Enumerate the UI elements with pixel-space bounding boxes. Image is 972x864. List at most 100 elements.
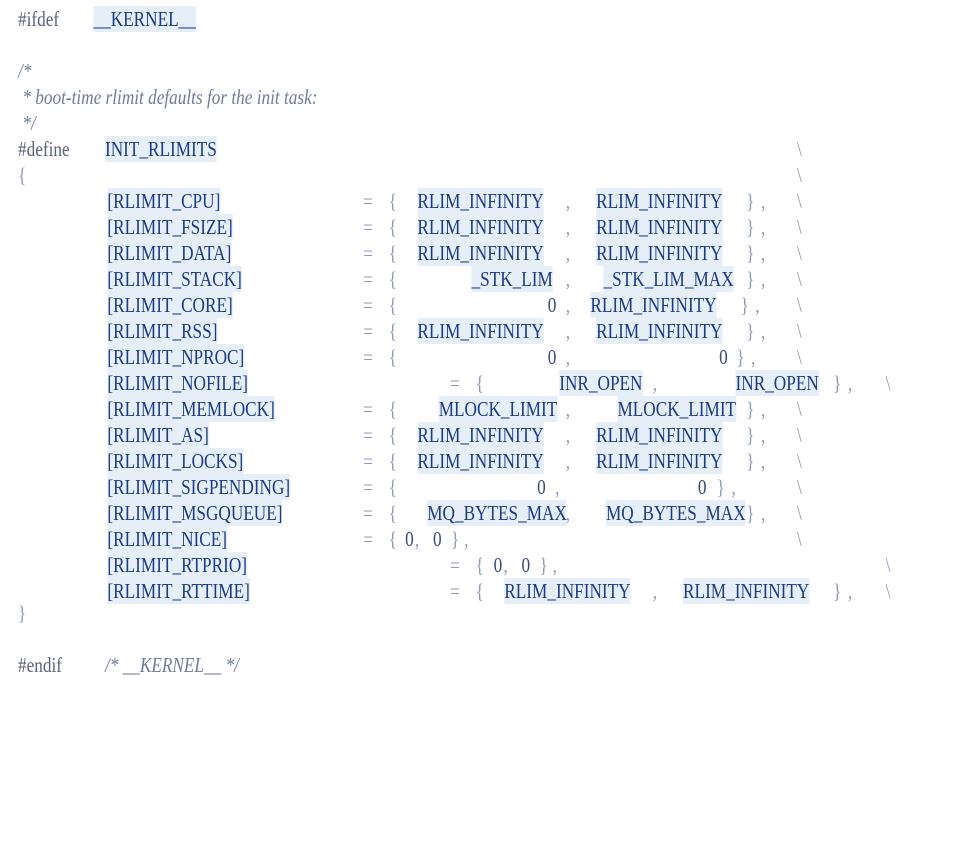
equals-sign: = [450, 579, 460, 603]
line-continuation: \ [797, 163, 802, 187]
ifdef-directive: #ifdef [18, 7, 60, 31]
right-brace: } [746, 215, 755, 239]
rlimit-key: [RLIMIT_NOFILE] [107, 370, 249, 396]
rlimit-max: INR_OPEN [735, 370, 819, 396]
left-brace: { [388, 215, 397, 239]
rlimit-max: _STK_LIM_MAX [603, 266, 734, 292]
rlimit-max: 0 [719, 345, 728, 369]
comma: , [760, 319, 766, 343]
line-continuation: \ [885, 553, 891, 577]
endif-directive: #endif [18, 653, 63, 677]
right-brace: } [746, 501, 755, 525]
code-line-ifdef: #ifdef __KERNEL__ [0, 6, 196, 32]
rlimit-max: 0 [521, 553, 531, 577]
rlimit-max: RLIM_INFINITY [596, 214, 723, 240]
comma: , [760, 449, 766, 473]
equals-sign: = [363, 397, 373, 421]
line-continuation: \ [797, 267, 802, 291]
rlimit-max: MQ_BYTES_MAX [605, 500, 746, 526]
rlimit-row: [RLIMIT_FSIZE] = { RLIM_INFINITY , RLIM_… [0, 214, 802, 240]
code-line-comment-open: /* [0, 58, 31, 84]
right-brace: } [716, 475, 725, 499]
comma: , [731, 475, 736, 499]
rlimit-key: [RLIMIT_NICE] [107, 526, 227, 552]
rlimit-cur: RLIM_INFINITY [417, 318, 544, 344]
rlimit-key: [RLIMIT_MSGQUEUE] [107, 500, 283, 526]
rlimit-max: RLIM_INFINITY [596, 188, 723, 214]
rlimit-key: [RLIMIT_RTTIME] [107, 578, 250, 604]
comma: , [503, 553, 508, 577]
comma: , [464, 527, 469, 551]
comment-close: */ [18, 111, 36, 135]
rlimit-row: [RLIMIT_RTPRIO] = { 0 , 0 } , \ [0, 552, 890, 578]
comma: , [760, 241, 766, 265]
code-line-open-brace: { \ [0, 162, 802, 188]
right-brace: } [746, 319, 755, 343]
comma: , [760, 215, 766, 239]
left-brace: { [388, 319, 397, 343]
comma: , [760, 501, 766, 525]
comma: , [552, 553, 557, 577]
rlimit-row: [RLIMIT_NOFILE] = { INR_OPEN , INR_OPEN … [0, 370, 890, 396]
line-continuation: \ [797, 475, 802, 499]
line-continuation: \ [797, 215, 802, 239]
left-brace: { [388, 241, 397, 265]
equals-sign: = [363, 267, 373, 291]
comment-body: * boot-time rlimit defaults for the init… [18, 85, 318, 109]
rlimit-row: [RLIMIT_NPROC] = { 0 , 0 } , \ [0, 344, 802, 370]
left-brace: { [388, 423, 397, 447]
equals-sign: = [363, 345, 373, 369]
comma: , [751, 345, 756, 369]
code-line-endif: #endif /* __KERNEL__ */ [0, 652, 239, 678]
rlimit-key: [RLIMIT_LOCKS] [107, 448, 244, 474]
line-continuation: \ [797, 501, 802, 525]
left-brace: { [475, 371, 484, 395]
comma: , [565, 423, 571, 447]
equals-sign: = [363, 189, 373, 213]
line-continuation: \ [797, 293, 802, 317]
rlimit-row: [RLIMIT_CORE] = { 0 , RLIM_INFINITY } , … [0, 292, 802, 318]
comma: , [565, 189, 571, 213]
line-continuation: \ [797, 189, 802, 213]
right-brace: } [746, 189, 755, 213]
rlimit-cur: RLIM_INFINITY [417, 188, 544, 214]
line-continuation: \ [797, 449, 802, 473]
comma: , [565, 345, 571, 369]
rlimit-key: [RLIMIT_SIGPENDING] [107, 474, 291, 500]
left-brace: { [388, 267, 397, 291]
comma: , [760, 423, 766, 447]
close-brace: } [18, 601, 27, 625]
comma: , [565, 397, 571, 421]
rlimit-cur: MQ_BYTES_MAX [427, 500, 567, 526]
equals-sign: = [363, 423, 373, 447]
rlimit-row: [RLIMIT_RSS] = { RLIM_INFINITY , RLIM_IN… [0, 318, 802, 344]
rlimit-max: MLOCK_LIMIT [617, 396, 737, 422]
line-continuation: \ [797, 319, 802, 343]
comma: , [565, 319, 571, 343]
rlimit-key: [RLIMIT_MEMLOCK] [107, 396, 275, 422]
rlimit-key: [RLIMIT_FSIZE] [107, 214, 233, 240]
right-brace: } [451, 527, 460, 551]
rlimit-row: [RLIMIT_LOCKS] = { RLIM_INFINITY , RLIM_… [0, 448, 802, 474]
comma: , [565, 267, 571, 291]
right-brace: } [746, 241, 755, 265]
rlimit-max: RLIM_INFINITY [590, 292, 717, 318]
rlimit-cur: RLIM_INFINITY [417, 448, 544, 474]
left-brace: { [388, 293, 397, 317]
rlimit-max: 0 [697, 475, 707, 499]
rlimit-max: RLIM_INFINITY [596, 240, 723, 266]
rlimit-cur: MLOCK_LIMIT [438, 396, 558, 422]
rlimit-row: [RLIMIT_CPU] = { RLIM_INFINITY , RLIM_IN… [0, 188, 802, 214]
rlimit-cur: 0 [405, 527, 414, 551]
right-brace: } [746, 423, 755, 447]
comma: , [755, 293, 760, 317]
left-brace: { [475, 579, 484, 603]
endif-comment: /* __KERNEL__ */ [104, 653, 239, 677]
open-brace: { [18, 163, 27, 187]
rlimit-row: [RLIMIT_SIGPENDING] = { 0 , 0 } , \ [0, 474, 802, 500]
ifdef-macro: __KERNEL__ [93, 6, 196, 32]
rlimit-max: 0 [432, 527, 442, 551]
rlimit-max: RLIM_INFINITY [596, 448, 723, 474]
left-brace: { [388, 345, 397, 369]
rlimit-cur: _STK_LIM [471, 266, 553, 292]
